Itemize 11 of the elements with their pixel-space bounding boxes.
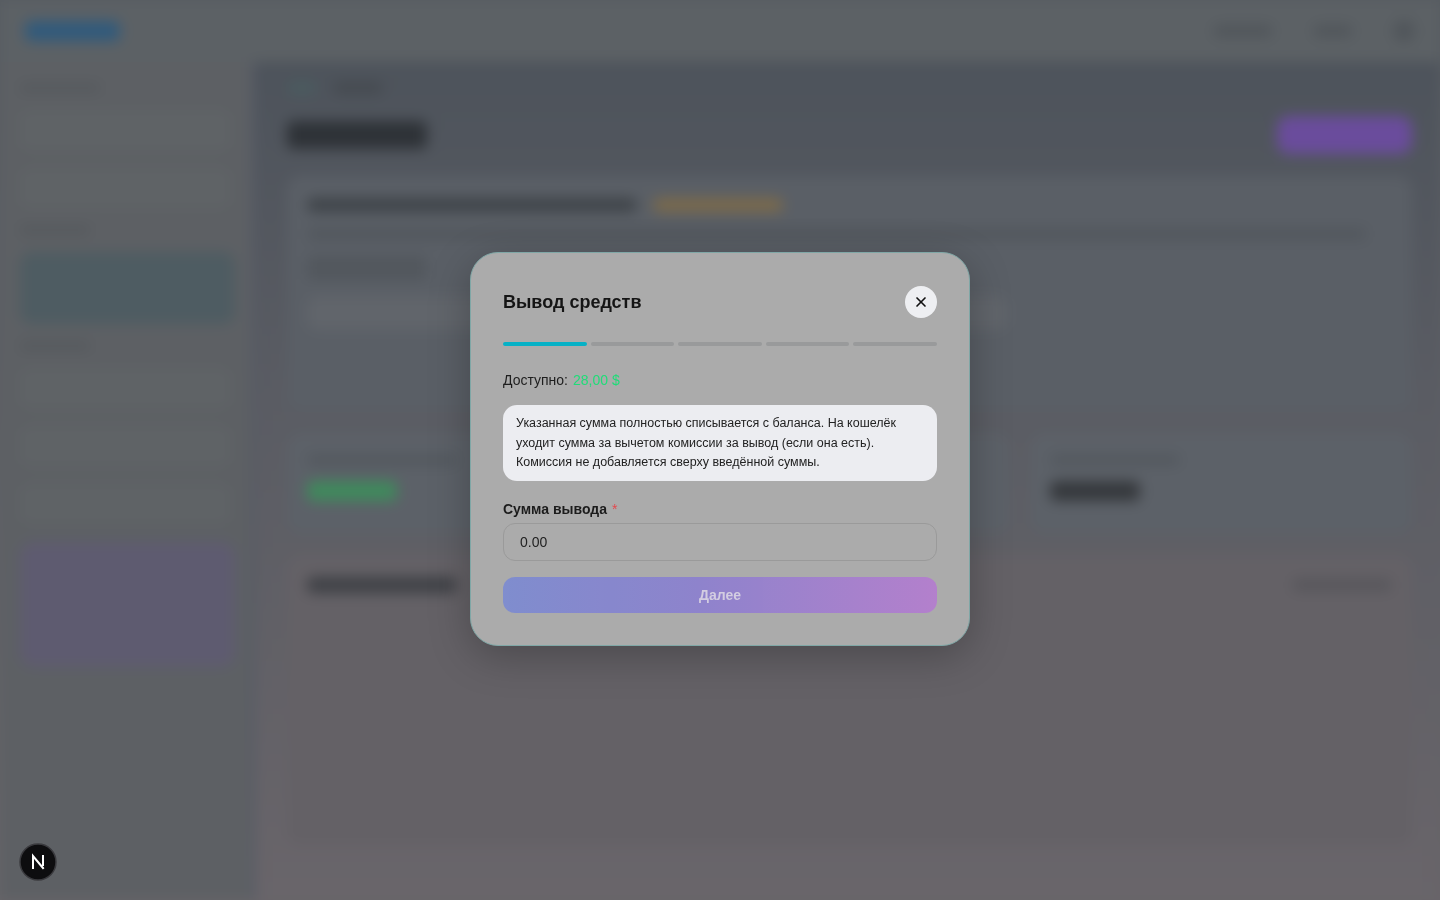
n-logo-icon <box>19 843 57 881</box>
dialog-title: Вывод средств <box>503 291 642 314</box>
close-icon <box>913 294 929 310</box>
dev-tools-button[interactable] <box>19 843 57 881</box>
close-button[interactable] <box>905 286 937 318</box>
available-amount: 28,00 $ <box>573 372 620 388</box>
available-label: Доступно: <box>503 372 568 388</box>
required-asterisk: * <box>611 500 618 517</box>
info-notice: Указанная сумма полностью списывается с баланса. На кошелёк уходит сумма за вычетом комиссии за вывод (если она есть). Комиссия не добавляется сверху введённой суммы. <box>503 405 937 481</box>
field-label: Сумма вывода <box>503 500 607 517</box>
amount-input[interactable]: 0.00 <box>503 522 937 561</box>
